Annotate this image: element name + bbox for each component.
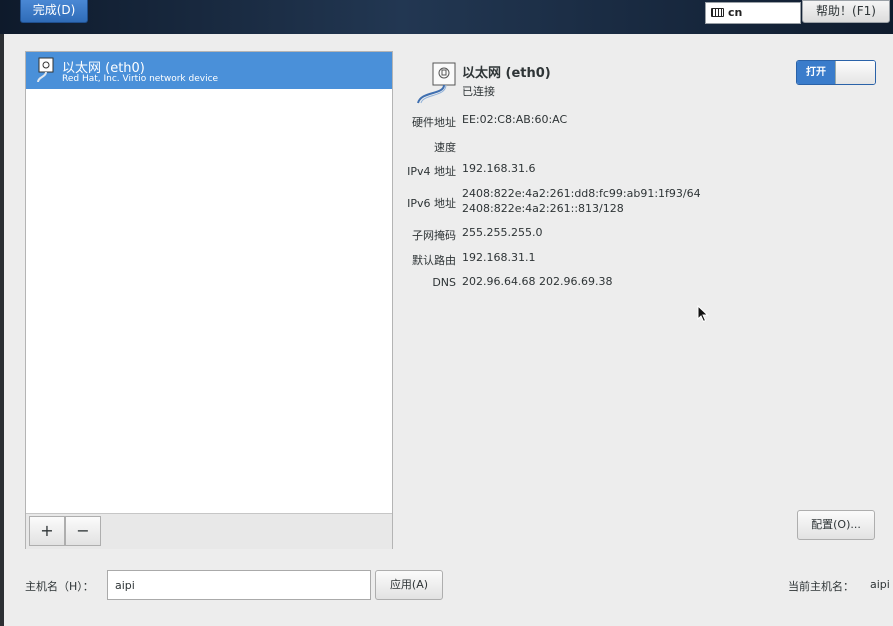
speed-label: 速度 [434,141,456,154]
configure-button[interactable]: 配置(O)... [797,510,875,540]
current-hostname-value: aipi [870,578,890,591]
ipv4-label: IPv4 地址 [407,165,456,178]
network-hostname-panel: 以太网 (eth0) Red Hat, Inc. Virtio network … [4,34,893,626]
hw-address-value: EE:02:C8:AB:60:AC [462,113,568,126]
keyboard-layout-indicator[interactable]: cn [705,2,801,24]
keyboard-layout-label: cn [728,6,743,19]
ethernet-device-icon [417,62,456,104]
dns-label: DNS [432,276,456,289]
default-route-value: 192.168.31.1 [462,251,536,264]
connection-item-subtitle: Red Hat, Inc. Virtio network device [62,74,219,84]
dns-value: 202.96.64.68 202.96.69.38 [462,275,613,288]
hostname-input[interactable] [107,570,371,600]
add-connection-button[interactable]: + [29,516,65,546]
connection-item-eth0[interactable]: 以太网 (eth0) Red Hat, Inc. Virtio network … [26,52,392,89]
current-hostname-label: 当前主机名： [788,580,854,593]
mouse-cursor-icon [697,305,709,323]
keyboard-icon [711,8,724,17]
device-name: 以太网 (eth0) [462,66,551,81]
hw-address-label: 硬件地址 [412,116,456,129]
apply-hostname-button[interactable]: 应用(A) [375,570,443,600]
top-bar: 完成(D) cn 帮助！(F1) [0,0,893,34]
connection-list-toolbar: + − [26,513,392,549]
toggle-knob[interactable] [835,61,875,84]
subnet-mask-label: 子网掩码 [412,229,456,242]
connection-toggle[interactable]: 打开 [796,60,876,85]
default-route-label: 默认路由 [412,254,456,267]
ipv4-value: 192.168.31.6 [462,162,536,175]
connection-list: 以太网 (eth0) Red Hat, Inc. Virtio network … [25,51,393,549]
ethernet-icon [37,57,54,83]
subnet-mask-value: 255.255.255.0 [462,226,543,239]
remove-connection-button[interactable]: − [65,516,101,546]
ipv6-value-1: 2408:822e:4a2:261:dd8:fc99:ab91:1f93/64 [462,187,701,200]
ipv6-label: IPv6 地址 [407,197,456,210]
device-status: 已连接 [462,85,495,98]
toggle-on-label: 打开 [797,61,835,84]
ipv6-value-2: 2408:822e:4a2:261::813/128 [462,202,624,215]
done-button[interactable]: 完成(D) [20,0,88,23]
hostname-label: 主机名（H）： [25,580,94,593]
help-button[interactable]: 帮助！(F1) [802,0,890,23]
